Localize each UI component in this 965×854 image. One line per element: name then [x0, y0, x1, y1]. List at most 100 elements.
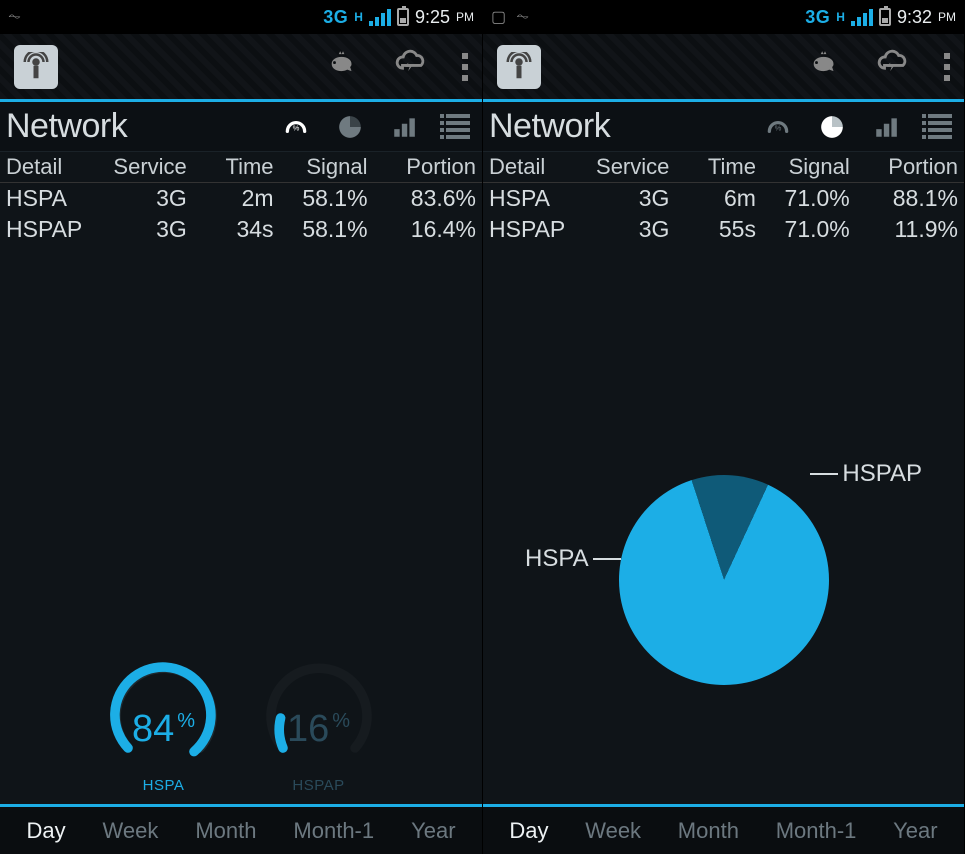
- chart-area-gauges: 84% HSPA 16% HSPAP: [0, 245, 482, 804]
- cell-portion: 11.9%: [850, 216, 958, 243]
- network-type: 3G: [323, 7, 348, 28]
- cell-signal: 58.1%: [274, 216, 368, 243]
- tab-week[interactable]: Week: [103, 818, 159, 844]
- charging-icon: ⏦: [516, 8, 529, 26]
- col-portion: Portion: [850, 154, 958, 180]
- hspa-indicator-icon: H: [354, 10, 363, 24]
- table-header: Detail Service Time Signal Portion: [483, 152, 964, 183]
- pie-label-hspap: HSPAP: [806, 460, 922, 488]
- col-service: Service: [583, 154, 670, 180]
- action-bar: [0, 34, 482, 102]
- section-title: Network: [489, 107, 610, 146]
- status-bar: ▢ ⏦ 3G H 9:32 PM: [483, 0, 964, 34]
- svg-text:%: %: [775, 123, 782, 132]
- gauge-value: 16: [287, 708, 329, 750]
- action-bar: [483, 34, 964, 102]
- tab-year[interactable]: Year: [893, 818, 937, 844]
- section-header: Network %: [483, 102, 964, 152]
- view-bars-icon[interactable]: [390, 113, 418, 141]
- cell-service: 3G: [100, 216, 187, 243]
- table-row[interactable]: HSPA 3G 2m 58.1% 83.6%: [0, 183, 482, 214]
- cell-portion: 83.6%: [368, 185, 476, 212]
- col-detail: Detail: [489, 154, 583, 180]
- cell-detail: HSPA: [6, 185, 100, 212]
- screen-right: ▢ ⏦ 3G H 9:32 PM: [482, 0, 964, 854]
- battery-icon: [879, 8, 891, 26]
- time-range-tabs: Day Week Month Month-1 Year: [0, 804, 482, 854]
- tab-day[interactable]: Day: [509, 818, 548, 844]
- cell-signal: 71.0%: [756, 185, 850, 212]
- app-icon[interactable]: [14, 45, 58, 89]
- gauge-unit: %: [177, 710, 195, 732]
- cell-signal: 58.1%: [274, 185, 368, 212]
- chart-area-pie: HSPAP HSPA: [483, 245, 964, 804]
- overflow-menu-icon[interactable]: [462, 53, 468, 81]
- charging-icon: ⏦: [8, 8, 21, 26]
- col-signal: Signal: [756, 154, 850, 180]
- cell-detail: HSPA: [489, 185, 583, 212]
- section-title: Network: [6, 107, 127, 146]
- table-header: Detail Service Time Signal Portion: [0, 152, 482, 183]
- cloud-sync-icon[interactable]: [394, 47, 428, 86]
- savings-icon[interactable]: [808, 47, 842, 86]
- cell-time: 6m: [669, 185, 756, 212]
- cell-service: 3G: [100, 185, 187, 212]
- network-type: 3G: [805, 7, 830, 28]
- tab-month-1[interactable]: Month-1: [293, 818, 374, 844]
- gauge-hspa: 84% HSPA: [86, 652, 241, 794]
- tab-year[interactable]: Year: [411, 818, 455, 844]
- cell-service: 3G: [583, 185, 670, 212]
- screen-left: ⏦ 3G H 9:25 PM: [0, 0, 482, 854]
- view-pie-icon[interactable]: [818, 113, 846, 141]
- col-signal: Signal: [274, 154, 368, 180]
- cell-service: 3G: [583, 216, 670, 243]
- col-time: Time: [187, 154, 274, 180]
- app-icon[interactable]: [497, 45, 541, 89]
- tab-month[interactable]: Month: [195, 818, 256, 844]
- clock-time: 9:32: [897, 7, 932, 28]
- table-row[interactable]: HSPAP 3G 55s 71.0% 11.9%: [483, 214, 964, 245]
- col-service: Service: [100, 154, 187, 180]
- svg-text:%: %: [293, 123, 300, 132]
- tab-day[interactable]: Day: [26, 818, 65, 844]
- cell-detail: HSPAP: [489, 216, 583, 243]
- view-gauge-icon[interactable]: %: [282, 113, 310, 141]
- cell-time: 2m: [187, 185, 274, 212]
- cell-signal: 71.0%: [756, 216, 850, 243]
- tab-month[interactable]: Month: [678, 818, 739, 844]
- hspa-indicator-icon: H: [836, 10, 845, 24]
- table-row[interactable]: HSPAP 3G 34s 58.1% 16.4%: [0, 214, 482, 245]
- time-range-tabs: Day Week Month Month-1 Year: [483, 804, 964, 854]
- cell-time: 34s: [187, 216, 274, 243]
- view-pie-icon[interactable]: [336, 113, 364, 141]
- view-list-icon[interactable]: [926, 113, 954, 141]
- gauge-label: HSPAP: [241, 777, 396, 794]
- tab-month-1[interactable]: Month-1: [776, 818, 857, 844]
- tab-week[interactable]: Week: [585, 818, 641, 844]
- section-header: Network %: [0, 102, 482, 152]
- view-list-icon[interactable]: [444, 113, 472, 141]
- cell-portion: 16.4%: [368, 216, 476, 243]
- clock-ampm: PM: [938, 10, 956, 24]
- savings-icon[interactable]: [326, 47, 360, 86]
- cloud-sync-icon[interactable]: [876, 47, 910, 86]
- signal-bars-icon: [851, 8, 873, 26]
- signal-bars-icon: [369, 8, 391, 26]
- pie-label-hspa: HSPA: [525, 545, 625, 573]
- view-bars-icon[interactable]: [872, 113, 900, 141]
- col-portion: Portion: [368, 154, 476, 180]
- battery-icon: [397, 8, 409, 26]
- gauge-hspap: 16% HSPAP: [241, 652, 396, 794]
- overflow-menu-icon[interactable]: [944, 53, 950, 81]
- cell-detail: HSPAP: [6, 216, 100, 243]
- col-detail: Detail: [6, 154, 100, 180]
- gauge-label: HSPA: [86, 777, 241, 794]
- view-gauge-icon[interactable]: %: [764, 113, 792, 141]
- cell-time: 55s: [669, 216, 756, 243]
- status-bar: ⏦ 3G H 9:25 PM: [0, 0, 482, 34]
- table-row[interactable]: HSPA 3G 6m 71.0% 88.1%: [483, 183, 964, 214]
- clock-ampm: PM: [456, 10, 474, 24]
- gauge-unit: %: [332, 710, 350, 732]
- clock-time: 9:25: [415, 7, 450, 28]
- col-time: Time: [669, 154, 756, 180]
